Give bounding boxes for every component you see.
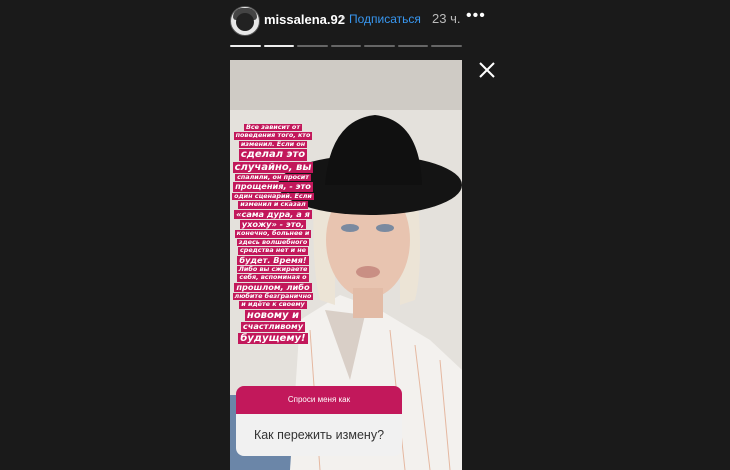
question-sticker[interactable]: Спроси меня как Как пережить измену? [236, 386, 402, 456]
progress-segment [364, 45, 395, 47]
sticker-line: Либо вы сжираете [236, 264, 310, 274]
sticker-line: ухожу» - это, [239, 219, 307, 230]
sticker-line: изменил и сказал [238, 200, 308, 209]
sticker-line: новому и [244, 309, 302, 322]
avatar[interactable] [230, 6, 260, 36]
story-header: missalena.92 • Подписаться 23 ч. ••• [228, 6, 485, 36]
sticker-line: будущему! [238, 332, 308, 345]
sticker-line: здесь волшебного [236, 237, 310, 247]
sticker-line: «сама дура, а я [234, 208, 312, 219]
progress-segment [330, 45, 362, 47]
sticker-line: счастливому [240, 321, 306, 332]
sticker-line: и идёте к своему [239, 300, 307, 309]
sticker-line: Все зависит от [243, 123, 303, 132]
sticker-line: средства нет и не [237, 246, 309, 255]
more-icon[interactable]: ••• [466, 7, 486, 25]
sticker-line: сделал это [238, 149, 308, 161]
sticker-line: будет. Время! [237, 254, 309, 265]
progress-segment [230, 45, 261, 47]
subscribe-button[interactable]: Подписаться [349, 12, 421, 26]
sticker-line: один сценарий. Если [232, 191, 314, 201]
sticker-line: себя, вспоминая о [237, 273, 309, 282]
progress-segment [263, 45, 295, 47]
post-time: 23 ч. [432, 11, 461, 26]
progress-segment [397, 45, 429, 47]
story-progress [230, 45, 463, 48]
sticker-line: изменил. Если он [238, 139, 308, 149]
sticker-line: любите безгранично [232, 292, 314, 301]
sticker-line: прошлом, либо [234, 281, 312, 293]
separator-dot: • [341, 11, 346, 25]
sticker-line: поведения того, кто [233, 131, 313, 140]
story-viewer[interactable]: Все зависит от поведения того, кто изменил… [230, 60, 462, 470]
sticker-line: спалили, он просит [235, 173, 311, 182]
sticker-line: прощения, - это [233, 181, 313, 192]
question-prompt: Спроси меня как [236, 386, 402, 414]
progress-segment [297, 45, 328, 47]
question-text: Как пережить измену? [236, 414, 402, 456]
close-icon[interactable] [476, 59, 498, 81]
username-link[interactable]: missalena.92 [264, 12, 345, 27]
sticker-line: случайно, вы [232, 161, 314, 174]
text-sticker: Все зависит от поведения того, кто изменил… [232, 123, 314, 345]
progress-segment [431, 45, 463, 47]
sticker-line: конечно, больнее и [234, 229, 312, 238]
